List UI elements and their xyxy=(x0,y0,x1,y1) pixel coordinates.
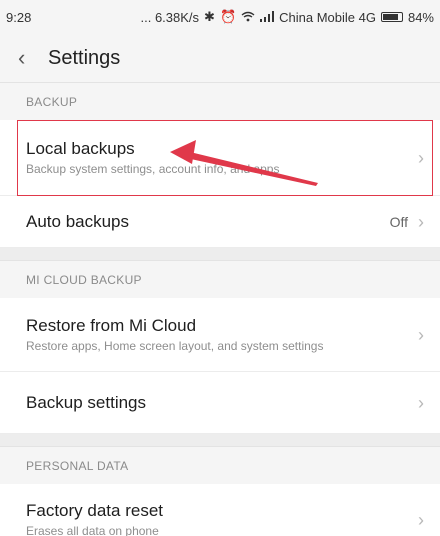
battery-percent: 84% xyxy=(407,9,434,25)
restore-mi-cloud-title: Restore from Mi Cloud xyxy=(26,316,197,335)
battery-icon xyxy=(380,12,403,22)
local-backups-item[interactable]: Local backups Backup system settings, ac… xyxy=(0,120,440,196)
section-gap xyxy=(0,248,440,260)
signal-icon xyxy=(260,10,275,25)
status-icons: ... 6.38K/s ✱ ⏰ China Mobile 4G 84% xyxy=(66,9,435,25)
auto-backups-title: Auto backups xyxy=(26,211,130,231)
local-backups-text: Local backups Backup system settings, ac… xyxy=(26,139,418,176)
auto-backups-value: Off xyxy=(389,213,408,230)
section-header-backup: BACKUP xyxy=(0,82,440,120)
network-speed: ... 6.38K/s xyxy=(140,9,200,25)
backup-settings-item[interactable]: Backup settings › xyxy=(0,372,440,434)
auto-backups-item[interactable]: Auto backups Off › xyxy=(0,196,440,248)
factory-reset-title: Factory data reset xyxy=(26,501,164,520)
backup-settings-title: Backup settings xyxy=(26,392,147,412)
carrier-label: China Mobile 4G xyxy=(279,9,376,25)
factory-reset-subtitle: Erases all data on phone xyxy=(26,524,159,536)
chevron-right-icon: › xyxy=(418,509,424,530)
auto-backups-text: Auto backups xyxy=(26,212,390,232)
section-header-personal-data: PERSONAL DATA xyxy=(0,446,440,484)
local-backups-title: Local backups xyxy=(26,139,135,158)
factory-reset-item[interactable]: Factory data reset Erases all data on ph… xyxy=(0,484,440,536)
alarm-icon: ⏰ xyxy=(219,9,237,24)
chevron-right-icon: › xyxy=(418,211,424,232)
chevron-right-icon: › xyxy=(418,147,424,168)
section-gap xyxy=(0,434,440,446)
wifi-icon xyxy=(241,10,255,25)
factory-reset-text: Factory data reset Erases all data on ph… xyxy=(26,501,418,536)
status-bar: 9:28 ... 6.38K/s ✱ ⏰ China Mobile 4G 84% xyxy=(0,0,440,34)
bluetooth-icon: ✱ xyxy=(204,9,215,24)
chevron-right-icon: › xyxy=(418,392,424,413)
restore-mi-cloud-subtitle: Restore apps, Home screen layout, and sy… xyxy=(26,339,324,353)
restore-mi-cloud-item[interactable]: Restore from Mi Cloud Restore apps, Home… xyxy=(0,298,440,372)
chevron-right-icon: › xyxy=(418,324,424,345)
section-header-mi-cloud: MI CLOUD BACKUP xyxy=(0,260,440,298)
backup-settings-text: Backup settings xyxy=(26,393,418,413)
status-time: 9:28 xyxy=(6,9,32,25)
battery-fill xyxy=(382,14,398,20)
restore-mi-cloud-text: Restore from Mi Cloud Restore apps, Home… xyxy=(26,316,418,353)
page-title: Settings xyxy=(48,46,121,69)
chevron-left-icon[interactable]: ‹ xyxy=(18,47,40,69)
title-bar: ‹ Settings xyxy=(0,34,440,82)
local-backups-subtitle: Backup system settings, account info, an… xyxy=(26,162,280,176)
